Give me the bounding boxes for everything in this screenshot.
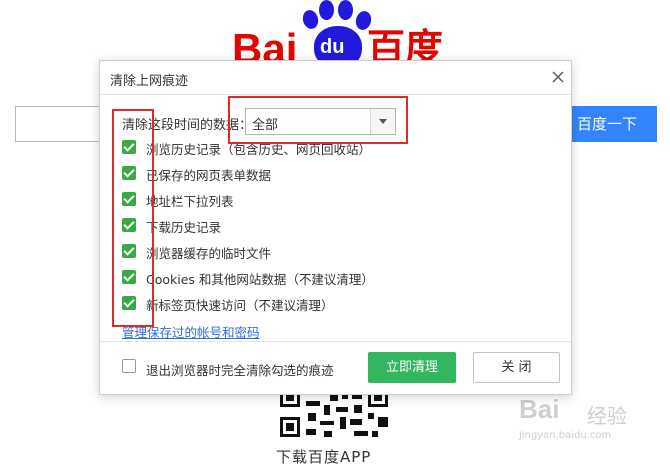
clear-now-button[interactable]: 立即清理 xyxy=(368,352,456,383)
option-label: 下载历史记录 xyxy=(146,220,222,235)
footer-divider xyxy=(100,341,571,342)
watermark-url: jingyan.baidu.com xyxy=(519,430,612,441)
baidu-jingyan-watermark: Bai 经验 jingyan.baidu.com xyxy=(519,394,659,448)
dialog-title: 清除上网痕迹 xyxy=(110,74,189,89)
option-label: 浏览器缓存的临时文件 xyxy=(146,246,272,261)
annotation-box-checkboxes xyxy=(112,109,154,327)
dialog-header: 清除上网痕迹 xyxy=(100,61,571,95)
close-button[interactable]: 关 闭 xyxy=(473,352,560,383)
option-label: Cookies 和其他网站数据（不建议清理） xyxy=(146,272,374,287)
annotation-box-time-range xyxy=(228,96,408,144)
watermark-jingyan: 经验 xyxy=(587,404,627,428)
exit-clear-label: 退出浏览器时完全清除勾选的痕迹 xyxy=(146,363,334,378)
logo-text-du: du xyxy=(320,36,345,58)
option-label: 地址栏下拉列表 xyxy=(146,194,234,209)
exit-clear-checkbox[interactable] xyxy=(122,359,136,373)
search-button[interactable]: 百度一下 xyxy=(560,106,657,142)
option-label: 新标签页快速访问（不建议清理） xyxy=(146,298,334,313)
option-label: 已保存的网页表单数据 xyxy=(146,168,272,183)
watermark-logo: Bai xyxy=(519,394,560,424)
qr-caption: 下载百度APP xyxy=(276,448,372,466)
close-icon[interactable] xyxy=(549,68,567,86)
